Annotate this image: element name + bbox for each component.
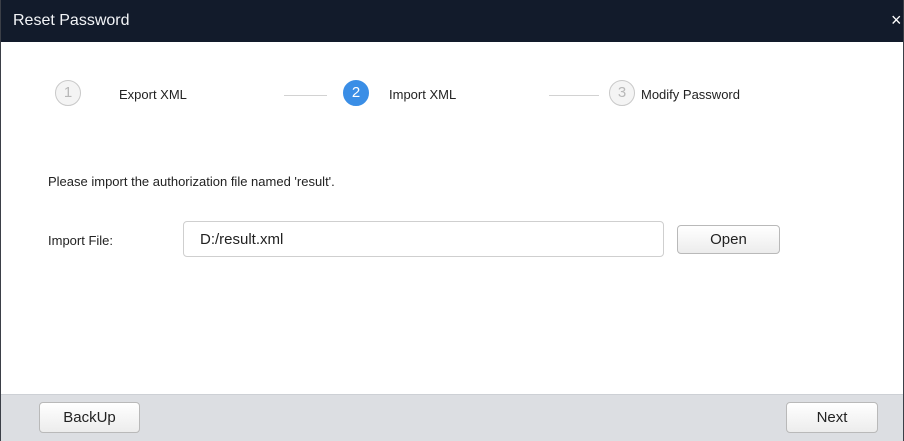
step-2-circle: 2	[343, 80, 369, 106]
title-bar: Reset Password ×	[1, 0, 903, 42]
dialog-title: Reset Password	[13, 12, 130, 29]
step-1-circle: 1	[55, 80, 81, 106]
instruction-text: Please import the authorization file nam…	[48, 174, 335, 189]
import-file-label: Import File:	[48, 233, 114, 248]
step-3-circle: 3	[609, 80, 635, 106]
next-button[interactable]: Next	[786, 402, 878, 433]
close-icon[interactable]: ×	[891, 9, 903, 31]
step-3-label: Modify Password	[641, 87, 740, 102]
step-1-label: Export XML	[119, 87, 187, 102]
step-connector-1	[284, 95, 327, 96]
backup-button[interactable]: BackUp	[39, 402, 140, 433]
import-file-input[interactable]	[183, 221, 664, 257]
footer-bar: BackUp Next	[1, 394, 903, 441]
step-connector-2	[549, 95, 599, 96]
open-button[interactable]: Open	[677, 225, 780, 254]
step-2-label: Import XML	[389, 87, 457, 102]
reset-password-dialog: Reset Password × 1 Export XML 2 Import X…	[0, 0, 904, 441]
step-indicator: 1 Export XML 2 Import XML 3 Modify Passw…	[1, 80, 903, 110]
